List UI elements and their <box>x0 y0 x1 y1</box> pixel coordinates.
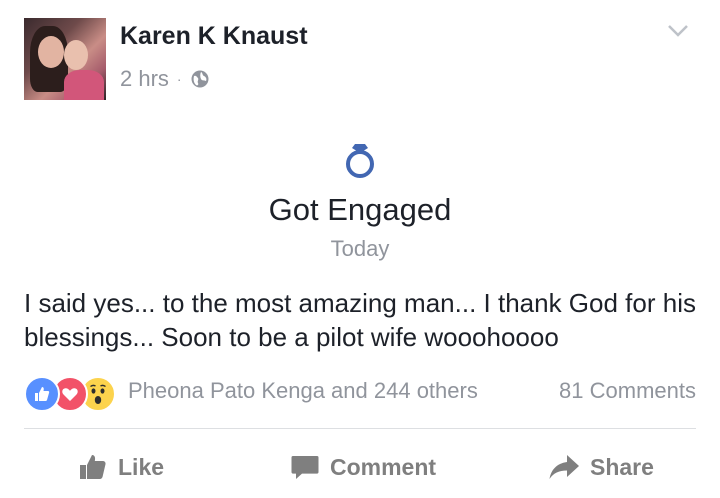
post-body-text: I said yes... to the most amazing man...… <box>24 288 696 352</box>
comment-icon <box>291 456 319 479</box>
thumbs-up-icon <box>80 455 106 479</box>
share-button[interactable]: Share <box>548 444 654 490</box>
author-name[interactable]: Karen K Knaust <box>120 22 308 51</box>
reaction-summary[interactable]: Pheona Pato Kenga and 244 others <box>128 378 478 404</box>
life-event: Got Engaged Today <box>0 140 720 262</box>
like-button[interactable]: Like <box>78 444 164 490</box>
life-event-date: Today <box>330 236 390 261</box>
globe-icon[interactable] <box>190 69 210 89</box>
life-event-title: Got Engaged <box>268 192 452 227</box>
share-label: Share <box>590 453 654 480</box>
chevron-down-icon[interactable] <box>666 22 690 40</box>
comment-label: Comment <box>330 453 437 480</box>
like-label: Like <box>118 453 165 480</box>
ring-icon <box>346 144 374 178</box>
post-header: Karen K Knaust 2 hrs · <box>24 18 696 100</box>
comments-count[interactable]: 81 Comments <box>559 378 696 404</box>
reaction-icons[interactable] <box>24 376 128 412</box>
author-avatar[interactable] <box>24 18 106 100</box>
meta-separator: · <box>176 71 182 87</box>
post-actions: Like Comment Share <box>24 444 696 490</box>
reactions-bar: Pheona Pato Kenga and 244 others 81 Comm… <box>24 376 696 412</box>
share-arrow-icon <box>549 455 579 479</box>
post-time[interactable]: 2 hrs <box>120 66 169 92</box>
comment-button[interactable]: Comment <box>290 444 436 490</box>
divider <box>24 428 696 429</box>
post-meta: 2 hrs · <box>120 66 210 92</box>
like-reaction-icon <box>24 376 60 412</box>
